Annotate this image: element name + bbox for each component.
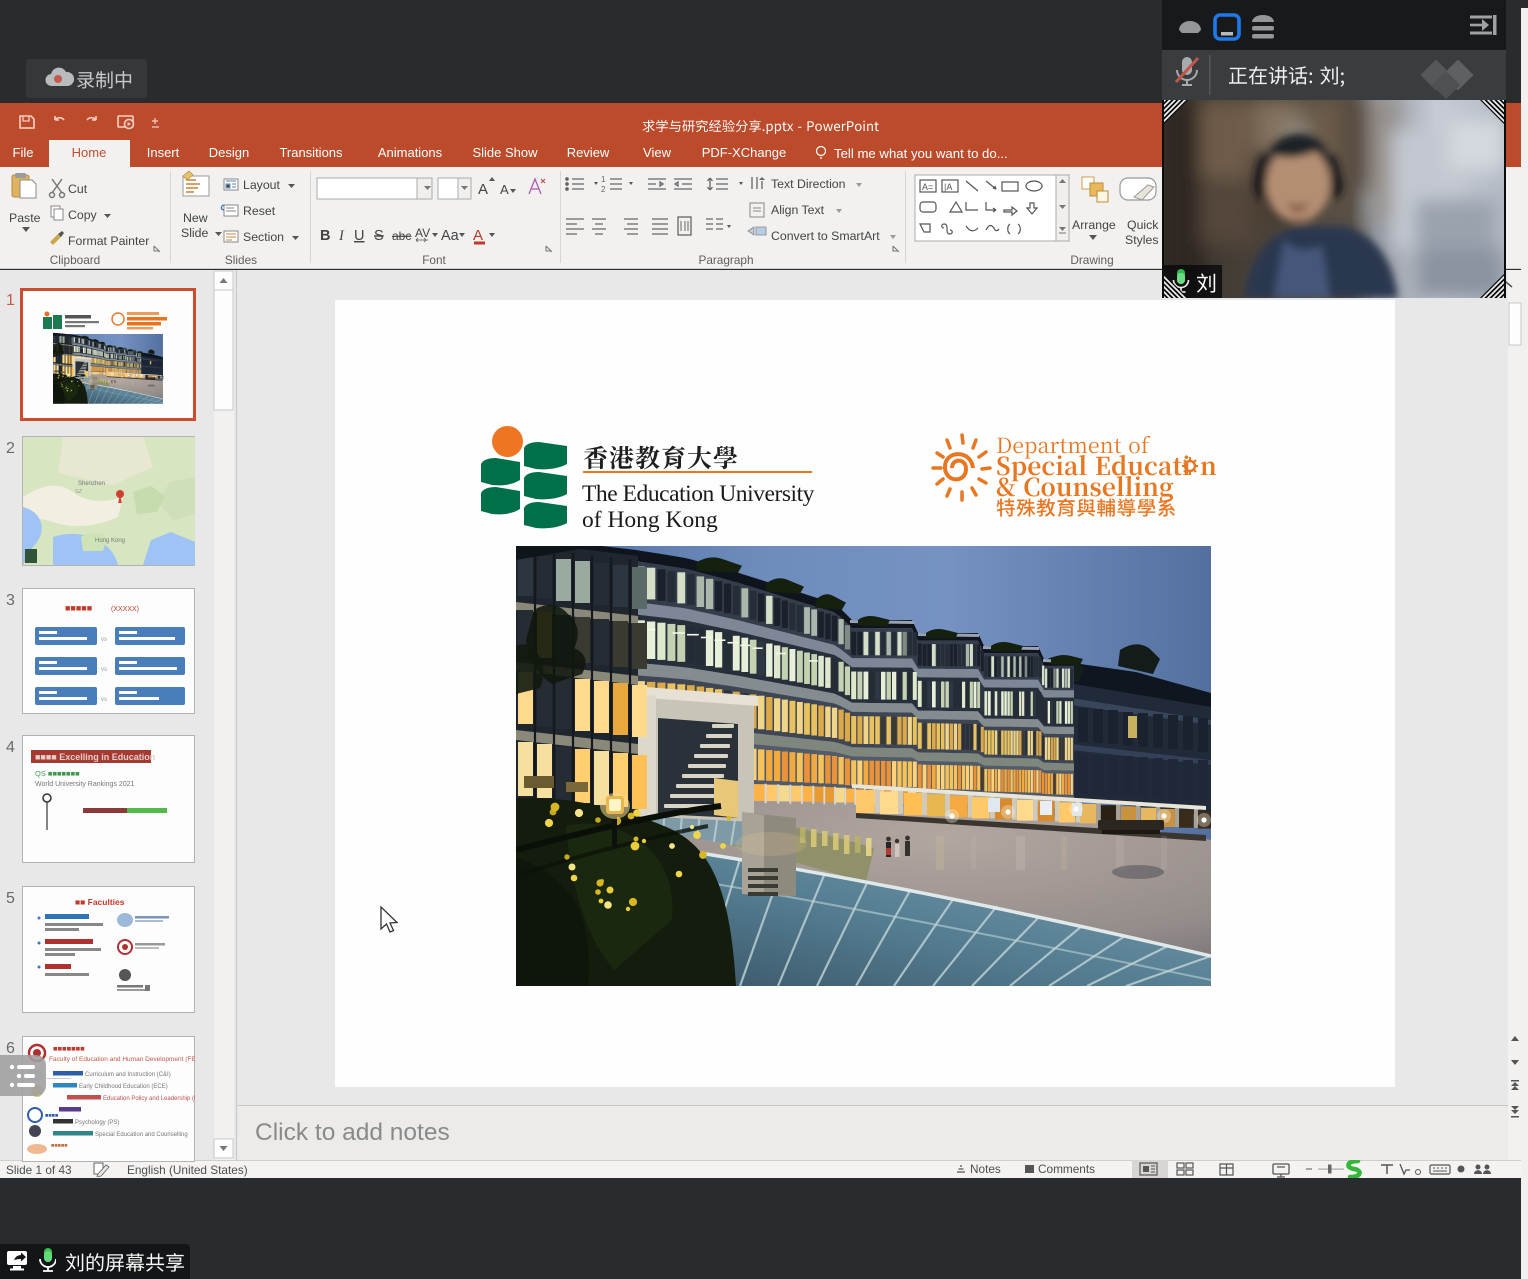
svg-text:Hong Kong: Hong Kong — [95, 538, 125, 544]
svg-text:Comments: Comments — [1038, 1162, 1095, 1176]
svg-text:Early Childhood Education (ECE: Early Childhood Education (ECE) — [79, 1084, 168, 1090]
svg-text:A=: A= — [922, 182, 933, 192]
svg-text:Quick: Quick — [1127, 218, 1159, 232]
svg-text:Paste: Paste — [9, 211, 41, 225]
svg-text:Layout: Layout — [243, 178, 281, 192]
svg-text:U: U — [354, 228, 364, 244]
svg-text:Text Direction: Text Direction — [771, 177, 846, 191]
svg-text:Curriculum and Instruction (C&: Curriculum and Instruction (C&I) — [85, 1072, 171, 1078]
svg-text:Slide: Slide — [181, 226, 209, 240]
svg-text:Section: Section — [243, 230, 284, 244]
svg-text:Aa: Aa — [441, 228, 460, 244]
svg-text:■■■■: ■■■■ — [45, 1113, 58, 1119]
svg-text:Copy: Copy — [68, 208, 98, 222]
svg-text:Faculty of Education and Human: Faculty of Education and Human Developme… — [49, 1056, 195, 1063]
svg-text:Styles: Styles — [1125, 233, 1159, 247]
svg-text:■■■■■■■: ■■■■■■■ — [53, 1044, 85, 1053]
svg-text:vs: vs — [101, 637, 107, 643]
svg-text:Format Painter: Format Painter — [68, 234, 149, 248]
svg-text:New: New — [183, 211, 208, 225]
svg-text:A: A — [478, 181, 488, 198]
svg-text:1: 1 — [601, 175, 606, 184]
svg-text:AV: AV — [415, 226, 430, 240]
svg-text:Tell me what you want to do...: Tell me what you want to do... — [834, 146, 1008, 161]
svg-text:vs: vs — [101, 697, 107, 703]
svg-text:|A: |A — [944, 182, 952, 192]
svg-text:Convert to SmartArt: Convert to SmartArt — [771, 229, 880, 243]
svg-text:A: A — [500, 182, 509, 197]
svg-text:Psychology (PS): Psychology (PS) — [75, 1120, 119, 1126]
svg-text:(XXXXX): (XXXXX) — [111, 606, 139, 613]
svg-text:A: A — [473, 227, 483, 244]
svg-text:Notes: Notes — [970, 1162, 1001, 1176]
svg-text:Align Text: Align Text — [771, 203, 825, 217]
svg-text:SZ: SZ — [75, 489, 83, 495]
svg-text:■■■■ Excelling in Education: ■■■■ Excelling in Education — [35, 752, 155, 762]
svg-text:■■ Faculties: ■■ Faculties — [75, 897, 125, 907]
svg-text:Reset: Reset — [243, 204, 276, 218]
svg-text:QS ■■■■■■■: QS ■■■■■■■ — [35, 769, 80, 778]
svg-text:Shenzhen: Shenzhen — [78, 481, 105, 487]
svg-text:2: 2 — [601, 185, 606, 194]
svg-text:S: S — [374, 228, 384, 244]
svg-text:Cut: Cut — [68, 182, 88, 196]
svg-text:of Hong Kong: of Hong Kong — [582, 507, 718, 533]
svg-text:Special Education and Counsell: Special Education and Counselling — [95, 1132, 188, 1138]
svg-text:B: B — [320, 228, 330, 244]
svg-text:I: I — [338, 228, 345, 244]
svg-text:The Education University: The Education University — [582, 481, 815, 507]
svg-text:Education Policy and Leadershi: Education Policy and Leadership (EPL) — [103, 1096, 195, 1102]
svg-text:Arrange: Arrange — [1072, 218, 1116, 232]
svg-text:abc: abc — [392, 229, 411, 243]
svg-text:World University Rankings 2021: World University Rankings 2021 — [35, 781, 135, 788]
svg-text:■■■■■: ■■■■■ — [65, 603, 92, 613]
svg-text:vs: vs — [101, 667, 107, 673]
svg-text:■■■■■: ■■■■■ — [51, 1143, 68, 1149]
